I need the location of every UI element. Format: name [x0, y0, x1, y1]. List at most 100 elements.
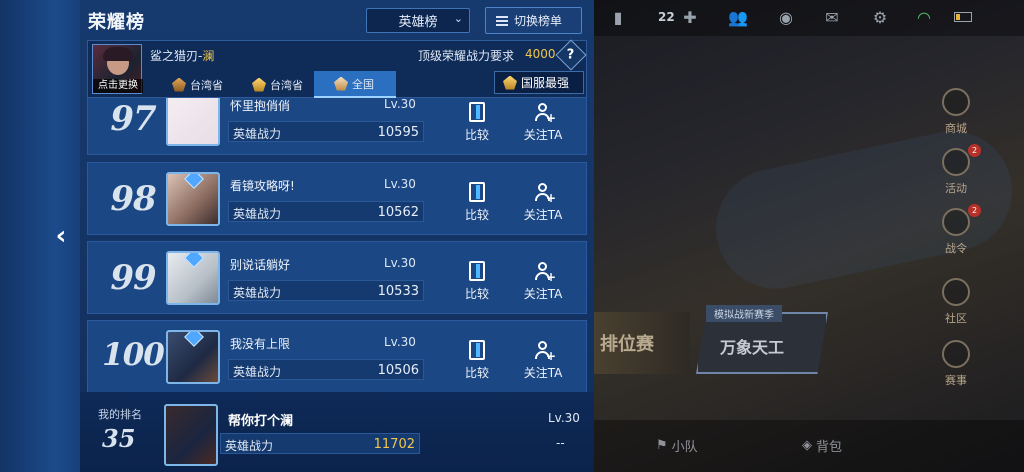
my-rank-change: -- [556, 436, 565, 450]
medal-icon [252, 77, 266, 92]
gem-icon [184, 174, 204, 189]
team-label: 小队 [671, 440, 698, 455]
avatar[interactable] [166, 251, 220, 305]
side-menu-label: 战令 [945, 242, 967, 255]
player-name: 我没有上限 [230, 337, 291, 351]
wifi-icon: ◠ [917, 8, 931, 27]
follow-button[interactable]: + 关注TA [518, 256, 568, 302]
plus-icon: ✚ [683, 8, 697, 27]
requirement-label: 顶级荣耀战力要求 [418, 49, 515, 63]
follow-label: 关注TA [523, 208, 563, 222]
follow-button[interactable]: + 关注TA [518, 177, 568, 223]
help-icon[interactable]: ? [555, 39, 587, 71]
follow-label: 关注TA [523, 287, 563, 301]
profile-name: 鲨之猎刃-澜 [150, 47, 214, 64]
power-value: 10562 [377, 205, 419, 220]
my-rank-number: 35 [102, 424, 136, 453]
server-best-button[interactable]: 国服最强 [494, 71, 584, 94]
page-title: 荣耀榜 [88, 12, 145, 33]
back-arrow-icon[interactable]: ‹ [50, 221, 72, 251]
notification-badge: 2 [968, 144, 981, 157]
power-value: 10533 [377, 284, 419, 299]
player-level: Lv.30 [384, 98, 416, 111]
side-menu-tournament: 赛事 [934, 340, 978, 388]
notification-badge: 2 [968, 204, 981, 217]
switch-board-button[interactable]: 切换榜单 [485, 7, 582, 34]
ranked-mode-label: 排位赛 [600, 334, 654, 355]
follow-icon: + [533, 261, 556, 283]
rank-list[interactable]: 97 怀里抱俏俏 Lv.30 英雄战力 10595 比较 + 关注TA 98 看… [80, 98, 594, 392]
avatar[interactable] [166, 98, 220, 146]
list-icon [496, 15, 508, 26]
table-row: 97 怀里抱俏俏 Lv.30 英雄战力 10595 比较 + 关注TA [87, 98, 587, 155]
tab-label: 台湾省 [270, 78, 303, 92]
power-bar: 英雄战力 10562 [228, 201, 424, 222]
avatar[interactable]: 点击更换 [92, 44, 143, 94]
crown-icon [503, 75, 517, 90]
board-select-label: 英雄榜 [398, 15, 438, 30]
chevron-down-icon: ⌄ [453, 12, 463, 25]
lobby-topbar: ▮ 22 ✚ 👥 ◉ ✉ ⚙ ◠ [594, 0, 1024, 36]
profile-name-prefix: 鲨之猎刃- [150, 49, 203, 63]
compare-label: 比较 [464, 128, 489, 142]
lobby-background: ▮ 22 ✚ 👥 ◉ ✉ ⚙ ◠ 商城 2 活动 2 战令 社区 赛事 排位赛 … [594, 0, 1024, 472]
tab-label: 全国 [352, 77, 374, 91]
medal-icon [172, 77, 186, 92]
bag-button: ◈ 背包 [802, 436, 842, 455]
follow-label: 关注TA [523, 128, 563, 142]
side-menu-label: 活动 [945, 182, 967, 195]
leaderboard-panel: 荣耀榜 英雄榜 ⌄ 切换榜单 点击更换 鲨之猎刃-澜 顶级荣耀战力要求 4000… [80, 0, 594, 472]
table-row: 99 别说话躺好 Lv.30 英雄战力 10533 比较 + 关注TA [87, 241, 587, 314]
side-menu-pass: 2 战令 [934, 204, 981, 256]
side-menu-events: 2 活动 [934, 144, 981, 196]
player-level: Lv.30 [384, 256, 416, 270]
power-label: 英雄战力 [233, 207, 282, 221]
power-label: 英雄战力 [233, 286, 282, 300]
tab-province-1[interactable]: 台湾省 [164, 71, 234, 98]
side-menu-label: 社区 [945, 312, 967, 325]
board-select-dropdown[interactable]: 英雄榜 ⌄ [366, 8, 470, 33]
power-value: 10506 [377, 363, 419, 378]
avatar[interactable] [164, 404, 218, 466]
my-player-level: Lv.30 [548, 411, 580, 425]
side-menu-label: 赛事 [945, 374, 967, 387]
team-button: ⚑ 小队 [656, 436, 698, 455]
tab-province-2[interactable]: 台湾省 [244, 71, 314, 98]
pass-icon [942, 208, 970, 236]
left-strip: ‹ [0, 0, 80, 472]
flag-icon: ⚑ [656, 438, 668, 453]
profile-name-hero: 澜 [202, 49, 215, 63]
shop-icon [942, 88, 970, 116]
mail-icon: ✉ [825, 8, 839, 27]
ranked-mode-card: 排位赛 [594, 312, 690, 374]
table-row: 98 看镜攻略呀! Lv.30 英雄战力 10562 比较 + 关注TA [87, 162, 587, 235]
player-name: 怀里抱俏俏 [230, 99, 291, 113]
avatar[interactable] [166, 330, 220, 384]
power-label: 英雄战力 [233, 365, 282, 379]
avatar[interactable] [166, 172, 220, 226]
compare-button[interactable]: 比较 [452, 256, 502, 302]
tab-label: 台湾省 [190, 78, 223, 92]
follow-label: 关注TA [523, 366, 563, 380]
gear-icon: ⚙ [872, 8, 888, 27]
power-bar: 英雄战力 10595 [228, 121, 424, 142]
follow-button[interactable]: + 关注TA [518, 98, 568, 143]
bag-label: 背包 [816, 440, 843, 455]
server-best-label: 国服最强 [521, 76, 570, 90]
battery-icon [954, 12, 972, 22]
my-rank-bar: 我的排名 35 帮你打个澜 Lv.30 英雄战力 11702 -- [80, 392, 594, 472]
community-icon [942, 278, 970, 306]
tab-national[interactable]: 全国 [314, 71, 396, 98]
player-name: 看镜攻略呀! [230, 179, 295, 193]
side-menu-label: 商城 [945, 122, 967, 135]
compare-button[interactable]: 比较 [452, 98, 502, 143]
compare-button[interactable]: 比较 [452, 335, 502, 381]
side-menu-community: 社区 [934, 278, 978, 326]
power-bar: 英雄战力 10533 [228, 280, 424, 301]
rank-number: 100 [102, 337, 165, 373]
compare-button[interactable]: 比较 [452, 177, 502, 223]
gift-icon [942, 148, 970, 176]
follow-button[interactable]: + 关注TA [518, 335, 568, 381]
power-label: 英雄战力 [225, 439, 274, 453]
player-level: Lv.30 [384, 177, 416, 191]
